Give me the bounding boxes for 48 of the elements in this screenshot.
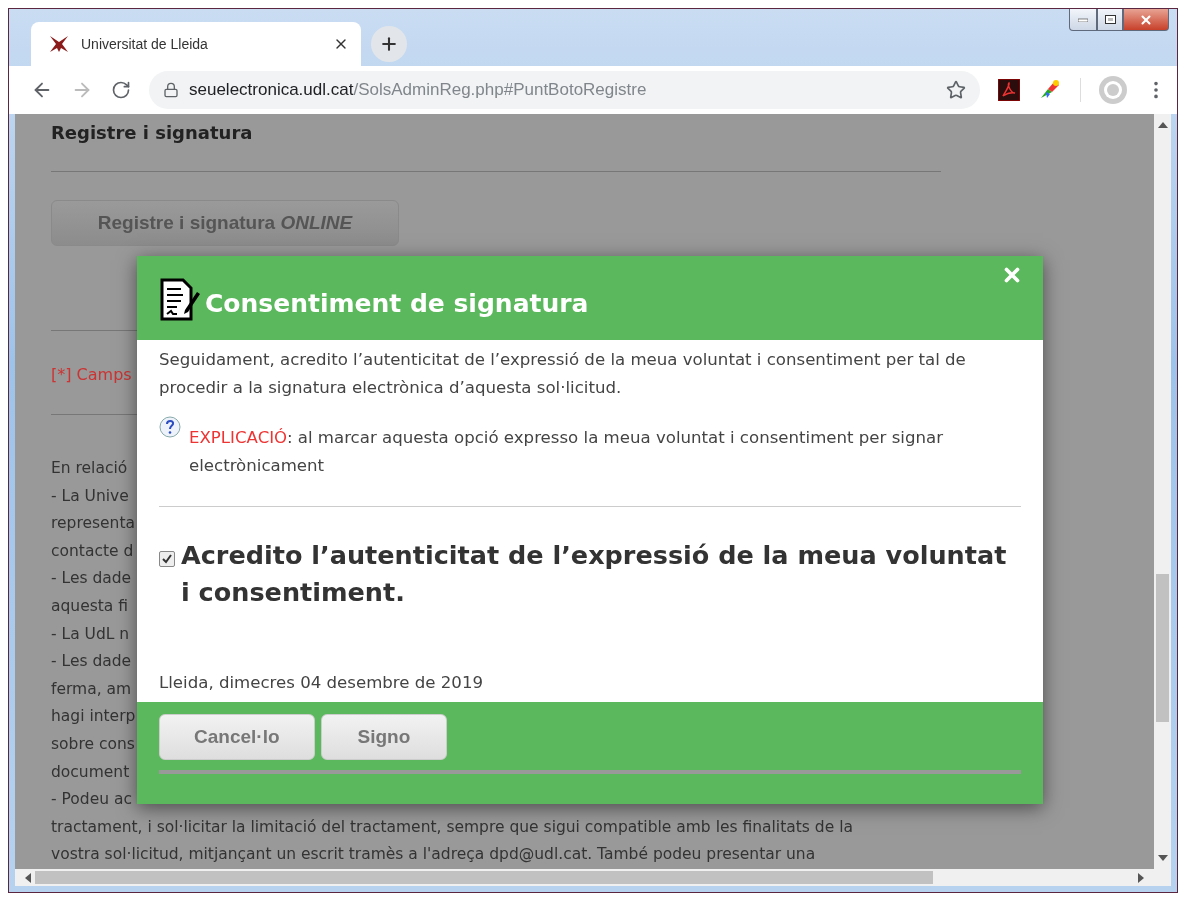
cancel-button[interactable]: Cancel·lo bbox=[159, 714, 315, 761]
paragraph-line: vostra sol·licitud, mitjançant un escrit tramès a l'adreça dpd@udl.cat. També podeu presentar una bbox=[51, 844, 816, 866]
maximize-icon bbox=[1104, 15, 1116, 24]
date-text: Lleida, dimecres 04 desembre de 2019 bbox=[159, 673, 485, 695]
minimize-icon bbox=[1078, 17, 1088, 22]
logo-icon bbox=[49, 35, 69, 54]
section-heading: Registre i signatura bbox=[51, 122, 254, 144]
consent-checkbox[interactable] bbox=[159, 551, 175, 568]
paragraph-line: aquesta fi bbox=[51, 596, 129, 618]
close-icon bbox=[1139, 12, 1153, 27]
scroll-left-arrow[interactable] bbox=[23, 872, 33, 883]
paragraph-line: - Podeu ac bbox=[51, 789, 132, 811]
paragraph-line: contacte d bbox=[51, 540, 134, 562]
help-icon[interactable] bbox=[159, 416, 181, 439]
paragraph-line: hagi interp bbox=[51, 706, 136, 728]
reload-icon[interactable] bbox=[111, 80, 131, 101]
browser-tab[interactable]: Universitat de Lleida bbox=[31, 22, 361, 67]
required-fields-note: [*] Camps bbox=[51, 365, 133, 385]
scroll-up-arrow[interactable] bbox=[1157, 120, 1168, 131]
scroll-right-arrow[interactable] bbox=[1136, 872, 1146, 883]
paragraph-line: representa bbox=[51, 513, 135, 535]
scrollbar-thumb[interactable] bbox=[35, 871, 933, 884]
minimize-button[interactable] bbox=[1069, 9, 1097, 31]
online-sign-button[interactable]: Registre i signatura ONLINE bbox=[51, 200, 399, 247]
pdf-extension-icon[interactable] bbox=[998, 79, 1020, 102]
paragraph-line: - La UdL n bbox=[51, 623, 130, 645]
paragraph-line: - Les dade bbox=[51, 568, 132, 590]
signed-document-icon bbox=[159, 278, 201, 323]
paragraph-line: En relació bbox=[51, 458, 128, 480]
address-bar[interactable]: seuelectronica.udl.cat/SolsAdminReg.php#PuntBotoRegistre bbox=[149, 71, 980, 110]
paragraph-line: - Les dade bbox=[51, 651, 132, 673]
bookmark-star-icon bbox=[946, 80, 966, 101]
dialog-title: Consentiment de signatura bbox=[205, 289, 589, 319]
close-button[interactable] bbox=[1123, 9, 1169, 31]
sign-button[interactable]: Signo bbox=[320, 714, 448, 761]
explanation-text: EXPLICACIÓ: al marcar aquesta opció expresso la meua voluntat i consentiment per signar electrònicament bbox=[189, 427, 944, 478]
paragraph-line: tractament, i sol·licitar la limitació del tractament, sempre que sigui compatible amb les finalitats de la bbox=[51, 816, 853, 838]
new-tab-button[interactable] bbox=[371, 26, 407, 63]
consent-label: Acredito l’autenticitat de l’expressió de la meua voluntat i consentiment. bbox=[181, 539, 1008, 610]
scrollbar-thumb[interactable] bbox=[1156, 574, 1169, 723]
paragraph-line: - La Unive bbox=[51, 485, 129, 507]
paragraph-line: ferma, am bbox=[51, 678, 132, 700]
paragraph-line: document bbox=[51, 761, 130, 783]
maximize-button[interactable] bbox=[1097, 9, 1123, 31]
intro-text: Seguidament, acredito l’autenticitat de l’expressió de la meua voluntat i consentiment per tal de procedir a la signatura electrònica d’aquesta sol·licitud. bbox=[159, 349, 967, 400]
lock-icon bbox=[163, 82, 179, 99]
paragraph-line: sobre cons bbox=[51, 734, 135, 756]
scroll-down-arrow[interactable] bbox=[1157, 853, 1168, 863]
